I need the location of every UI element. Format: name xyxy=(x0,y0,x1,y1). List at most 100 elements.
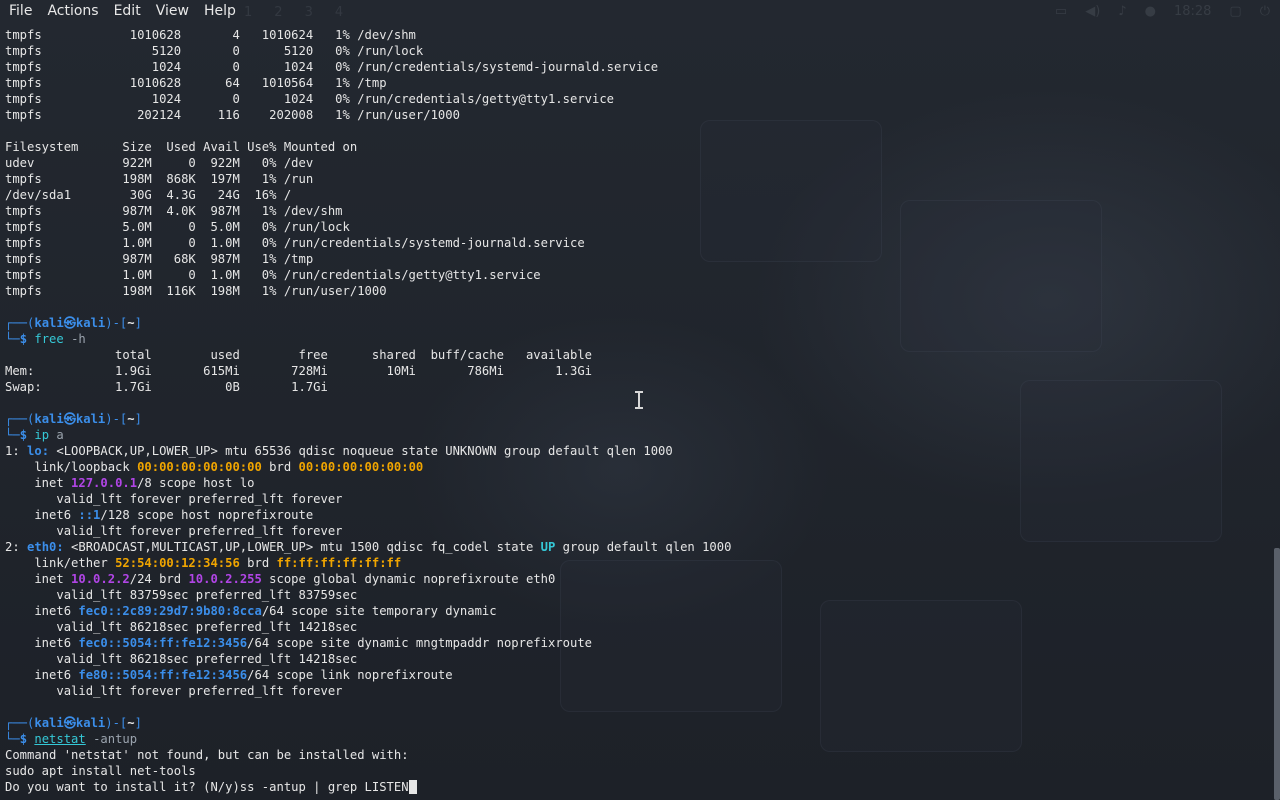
terminal-text: valid_lft forever preferred_lft forever xyxy=(5,524,343,538)
terminal-text: /dev/sda1 30G 4.3G 24G 16% / xyxy=(5,188,292,202)
terminal-text: )-[ xyxy=(105,716,128,730)
terminal-line: valid_lft forever preferred_lft forever xyxy=(5,491,1265,507)
terminal-line: tmpfs 1.0M 0 1.0M 0% /run/credentials/sy… xyxy=(5,235,1265,251)
terminal-text: valid_lft 83759sec preferred_lft 83759se… xyxy=(5,588,358,602)
terminal-text: /64 scope site temporary dynamic xyxy=(261,604,497,618)
terminal-text: tmpfs 1.0M 0 1.0M 0% /run/credentials/ge… xyxy=(5,268,541,282)
menu-file[interactable]: File xyxy=(0,0,39,22)
terminal-text: fe80::5054:ff:fe12:3456 xyxy=(78,668,248,682)
terminal-line: tmpfs 1010628 4 1010624 1% /dev/shm xyxy=(5,27,1265,43)
terminal-line: tmpfs 5.0M 0 5.0M 0% /run/lock xyxy=(5,219,1265,235)
terminal-text: inet6 xyxy=(5,636,79,650)
terminal-line: tmpfs 1024 0 1024 0% /run/credentials/sy… xyxy=(5,59,1265,75)
terminal-text: 00:00:00:00:00:00 xyxy=(298,460,424,474)
terminal-text: a xyxy=(49,428,64,442)
terminal-text: inet xyxy=(5,476,72,490)
terminal-text: UP xyxy=(540,540,556,554)
terminal-text: udev 922M 0 922M 0% /dev xyxy=(5,156,314,170)
terminal-text: kali㉿kali xyxy=(34,412,106,426)
terminal-text: $ xyxy=(19,332,35,346)
text-cursor xyxy=(408,780,417,794)
terminal-line: tmpfs 1.0M 0 1.0M 0% /run/credentials/ge… xyxy=(5,267,1265,283)
terminal-text: ~ xyxy=(127,716,135,730)
terminal-text: ┌──( xyxy=(5,412,35,426)
terminal-text: inet6 xyxy=(5,668,79,682)
terminal-line: total used free shared buff/cache availa… xyxy=(5,347,1265,363)
terminal-text: ] xyxy=(134,412,142,426)
terminal-line: ┌──(kali㉿kali)-[~] xyxy=(5,315,1265,331)
terminal-line: tmpfs 987M 68K 987M 1% /tmp xyxy=(5,251,1265,267)
terminal-line: tmpfs 1010628 64 1010564 1% /tmp xyxy=(5,75,1265,91)
menu-edit[interactable]: Edit xyxy=(106,0,148,22)
terminal-line: tmpfs 198M 116K 198M 1% /run/user/1000 xyxy=(5,283,1265,299)
terminal-text: inet xyxy=(5,572,72,586)
terminal-text: )-[ xyxy=(105,412,128,426)
terminal-text: ┌──( xyxy=(5,716,35,730)
menu-actions[interactable]: Actions xyxy=(39,0,105,22)
terminal-text: $ xyxy=(19,732,35,746)
terminal-text: ::1 xyxy=(78,508,101,522)
terminal-text: )-[ xyxy=(105,316,128,330)
terminal-line: tmpfs 202124 116 202008 1% /run/user/100… xyxy=(5,107,1265,123)
terminal-line: 1: lo: <LOOPBACK,UP,LOWER_UP> mtu 65536 … xyxy=(5,443,1265,459)
terminal-text: tmpfs 1.0M 0 1.0M 0% /run/credentials/sy… xyxy=(5,236,585,250)
terminal-text: Do you want to install it? (N/y)ss -antu… xyxy=(5,780,409,794)
terminal-scrollbar[interactable] xyxy=(1274,548,1280,800)
terminal-text: └─ xyxy=(5,428,20,442)
terminal-text: tmpfs 1024 0 1024 0% /run/credentials/sy… xyxy=(5,60,659,74)
terminal-text: /24 brd xyxy=(129,572,189,586)
terminal-text: tmpfs 1010628 4 1010624 1% /dev/shm xyxy=(5,28,416,42)
terminal-text: link/ether xyxy=(5,556,116,570)
terminal-line: tmpfs 5120 0 5120 0% /run/lock xyxy=(5,43,1265,59)
terminal-text: tmpfs 198M 868K 197M 1% /run xyxy=(5,172,314,186)
terminal-text: free xyxy=(34,332,64,346)
terminal-text: tmpfs 1024 0 1024 0% /run/credentials/ge… xyxy=(5,92,615,106)
terminal-line: valid_lft forever preferred_lft forever xyxy=(5,523,1265,539)
terminal-text: brd xyxy=(261,460,299,474)
terminal-line: sudo apt install net-tools xyxy=(5,763,1265,779)
terminal-text: 10.0.2.2 xyxy=(71,572,130,586)
terminal-text: valid_lft forever preferred_lft forever xyxy=(5,492,343,506)
terminal-line: └─$ free -h xyxy=(5,331,1265,347)
terminal-text: Swap: 1.7Gi 0B 1.7Gi xyxy=(5,380,328,394)
terminal-text: valid_lft forever preferred_lft forever xyxy=(5,684,343,698)
terminal-line: inet6 ::1/128 scope host noprefixroute xyxy=(5,507,1265,523)
terminal-text: ┌──( xyxy=(5,316,35,330)
terminal-text: └─ xyxy=(5,732,20,746)
terminal-output[interactable]: tmpfs 1010628 4 1010624 1% /dev/shm tmpfs… xyxy=(5,27,1265,800)
terminal-text: 127.0.0.1 xyxy=(71,476,138,490)
terminal-line: tmpfs 1024 0 1024 0% /run/credentials/ge… xyxy=(5,91,1265,107)
terminal-line: tmpfs 987M 4.0K 987M 1% /dev/shm xyxy=(5,203,1265,219)
terminal-text: tmpfs 987M 68K 987M 1% /tmp xyxy=(5,252,314,266)
terminal-line: inet6 fe80::5054:ff:fe12:3456/64 scope l… xyxy=(5,667,1265,683)
menu-view[interactable]: View xyxy=(148,0,196,22)
terminal-text: 2: xyxy=(5,540,28,554)
terminal-text: 10.0.2.255 xyxy=(188,572,262,586)
menu-help[interactable]: Help xyxy=(196,0,243,22)
terminal-text: -antup xyxy=(85,732,138,746)
terminal-text: total used free shared buff/cache availa… xyxy=(5,348,592,362)
terminal-line: inet 127.0.0.1/8 scope host lo xyxy=(5,475,1265,491)
terminal-line: tmpfs 198M 868K 197M 1% /run xyxy=(5,171,1265,187)
terminal-text: Mem: 1.9Gi 615Mi 728Mi 10Mi 786Mi 1.3Gi xyxy=(5,364,592,378)
terminal-text: ~ xyxy=(127,412,135,426)
terminal-text: inet6 xyxy=(5,604,79,618)
terminal-line: Filesystem Size Used Avail Use% Mounted … xyxy=(5,139,1265,155)
terminal-line: valid_lft 86218sec preferred_lft 14218se… xyxy=(5,619,1265,635)
terminal-text: lo: xyxy=(27,444,50,458)
terminal-text: /64 scope link noprefixroute xyxy=(247,668,453,682)
terminal-line: inet6 fec0::2c89:29d7:9b80:8cca/64 scope… xyxy=(5,603,1265,619)
terminal-text: └─ xyxy=(5,332,20,346)
terminal-line: inet 10.0.2.2/24 brd 10.0.2.255 scope gl… xyxy=(5,571,1265,587)
terminal-line: udev 922M 0 922M 0% /dev xyxy=(5,155,1265,171)
terminal-text: sudo apt install net-tools xyxy=(5,764,196,778)
terminal-menubar: File Actions Edit View Help xyxy=(0,0,1280,22)
terminal-text: tmpfs 1010628 64 1010564 1% /tmp xyxy=(5,76,387,90)
terminal-text: eth0: xyxy=(27,540,64,554)
terminal-text: 00:00:00:00:00:00 xyxy=(137,460,262,474)
terminal-text: scope global dynamic noprefixroute eth0 xyxy=(261,572,556,586)
terminal-text: link/loopback xyxy=(5,460,138,474)
terminal-text: fec0::2c89:29d7:9b80:8cca xyxy=(78,604,262,618)
